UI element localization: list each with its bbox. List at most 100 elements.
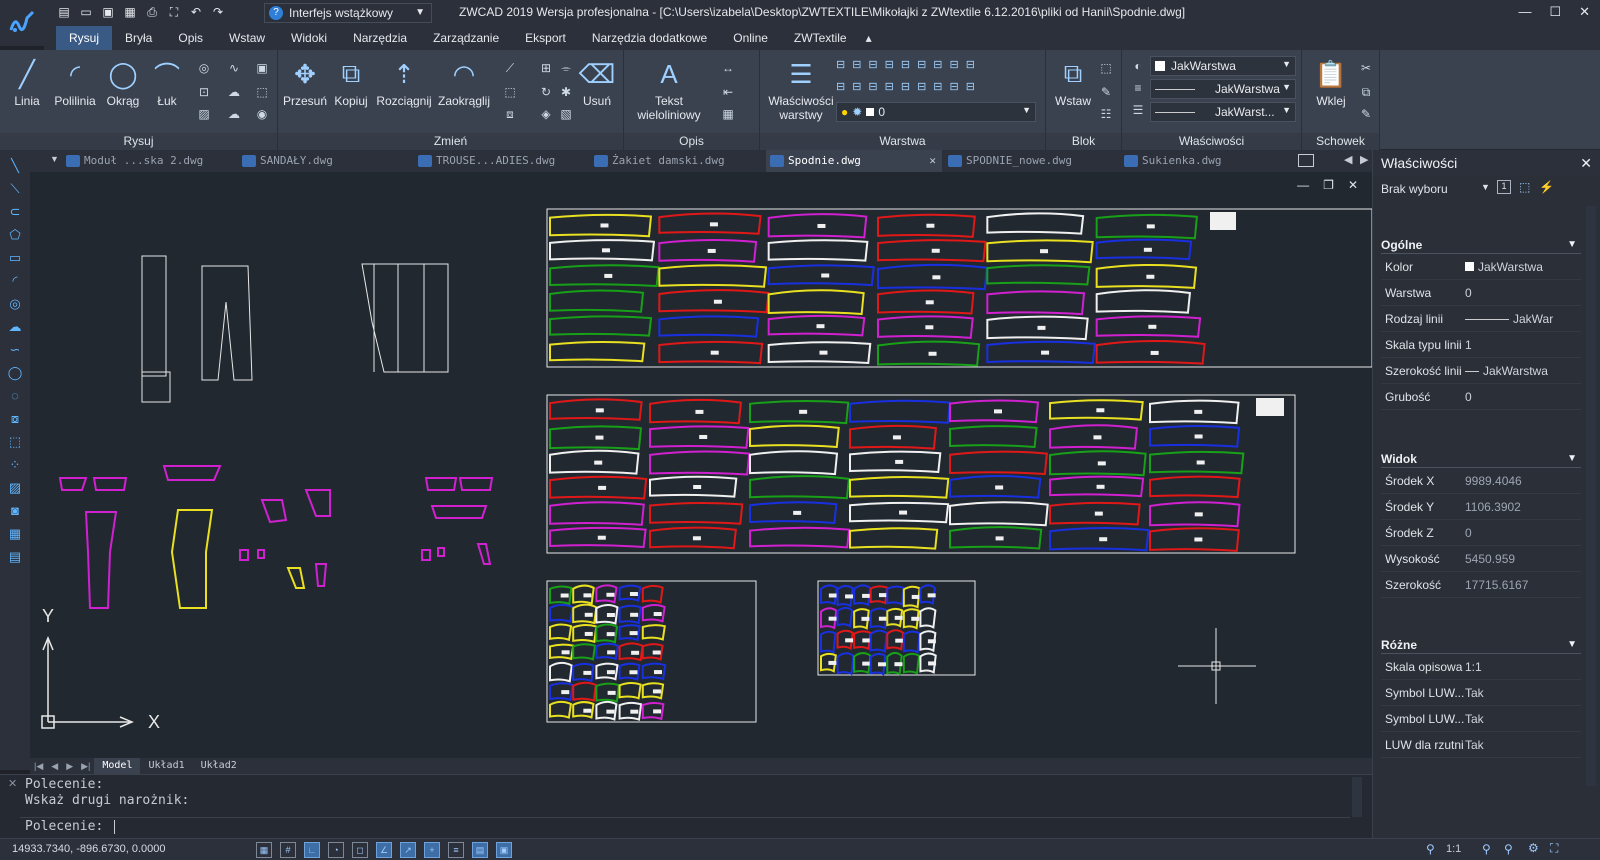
rectangle-tool-icon[interactable]: ▭	[0, 246, 30, 269]
ellipse-icon[interactable]: ◎	[196, 60, 212, 76]
otrack-toggle-icon[interactable]: ∠	[376, 842, 392, 858]
first-layout-icon[interactable]: |◀	[30, 761, 47, 772]
cloud-tool-icon[interactable]: ☁	[0, 315, 30, 338]
ellipse-tool-icon[interactable]: ◯	[0, 361, 30, 384]
grid-toggle-icon[interactable]: #	[280, 842, 296, 858]
prop-row[interactable]: Wysokość 5450.959	[1381, 546, 1581, 572]
tab-widoki[interactable]: Widoki	[278, 26, 340, 50]
mtext-tool-icon[interactable]: ▤	[0, 545, 30, 568]
snap-toggle-icon[interactable]: ▦	[256, 842, 272, 858]
join-icon[interactable]: ◈	[538, 106, 554, 122]
ribbon-toggle-icon[interactable]: ▴	[860, 26, 878, 50]
scale-icon[interactable]: ⬚	[502, 84, 518, 100]
lineweight-toggle-icon[interactable]: ≡	[448, 842, 464, 858]
construction-line-icon[interactable]: ⊡	[196, 84, 212, 100]
line-tool-icon[interactable]: ╲	[0, 154, 30, 177]
next-layout-icon[interactable]: ▶	[62, 761, 77, 772]
circle-tool-icon[interactable]: ◎	[0, 292, 30, 315]
ellipse-arc-tool-icon[interactable]: ◌	[0, 384, 30, 407]
prop-row[interactable]: Środek X 9989.4046	[1381, 468, 1581, 494]
quick-select-icon[interactable]: ⚡	[1539, 180, 1554, 194]
prop-row[interactable]: Grubość 0	[1381, 384, 1581, 410]
polyline-tool-icon[interactable]: ⊂	[0, 200, 30, 223]
zoom-extents-icon[interactable]: ⛶	[166, 4, 182, 20]
command-scrollbar[interactable]	[1352, 777, 1362, 817]
tab-bryla[interactable]: Bryła	[112, 26, 165, 50]
section-view[interactable]: Widok ▼	[1381, 448, 1581, 468]
undo-icon[interactable]: ↶	[188, 4, 204, 20]
layout-tab-1[interactable]: Układ1	[140, 758, 192, 774]
workspace-gear-icon[interactable]: ⚙	[1528, 841, 1539, 855]
polygon-tool-icon[interactable]: ⬠	[0, 223, 30, 246]
last-layout-icon[interactable]: ▶|	[77, 761, 94, 772]
mirror-icon[interactable]: ⧈	[502, 106, 518, 122]
rectangle-icon[interactable]: ▣	[254, 60, 270, 76]
circle-button[interactable]: ◯ Okrąg	[100, 54, 146, 109]
lineweight-select[interactable]: JakWarst... ▼	[1150, 102, 1296, 122]
minimize-icon[interactable]: —	[1518, 4, 1531, 20]
tab-scroll-right-icon[interactable]: ▶	[1360, 153, 1368, 166]
prop-row[interactable]: Szerokość linii JakWarstwa	[1381, 358, 1581, 384]
viewport-close-icon[interactable]: ✕	[1348, 178, 1358, 192]
hatch-icon[interactable]: ▨	[196, 106, 212, 122]
insert-button[interactable]: ⧉ Wstaw	[1050, 54, 1096, 108]
prop-row[interactable]: Warstwa 0	[1381, 280, 1581, 306]
cut-icon[interactable]: ✂	[1358, 60, 1374, 76]
arc-tool-icon[interactable]: ◜	[0, 269, 30, 292]
prop-row[interactable]: Kolor JakWarstwa	[1381, 254, 1581, 280]
doc-tab[interactable]: Żakiet damski.dwg	[590, 150, 760, 172]
point-tool-icon[interactable]: ⁘	[0, 453, 30, 476]
prop-row[interactable]: LUW dla rzutni Tak	[1381, 732, 1581, 758]
annotation-visibility-icon[interactable]: ⚲	[1482, 842, 1491, 856]
edit-block-icon[interactable]: ✎	[1098, 84, 1114, 100]
prev-layout-icon[interactable]: ◀	[47, 761, 62, 772]
doc-tab[interactable]: Moduł ...ska 2.dwg	[62, 150, 232, 172]
tab-rysuj[interactable]: Rysuj	[56, 26, 113, 50]
doc-tab[interactable]: Sukienka.dwg	[1120, 150, 1290, 172]
tab-opis[interactable]: Opis	[165, 26, 216, 50]
new-icon[interactable]: ▤	[56, 4, 72, 20]
spline-icon[interactable]: ∿	[226, 60, 242, 76]
saveas-icon[interactable]: ▦	[122, 4, 138, 20]
prop-row[interactable]: Symbol LUW... Tak	[1381, 680, 1581, 706]
dimension-icon[interactable]: ↔	[720, 60, 736, 76]
tab-wstaw[interactable]: Wstaw	[216, 26, 278, 50]
arc-button[interactable]: ⌒ Łuk	[144, 54, 190, 109]
polyline-button[interactable]: ◜ Polilinia	[52, 54, 98, 109]
boundary-icon[interactable]: ⬚	[254, 84, 270, 100]
prop-row[interactable]: Szerokość 17715.6167	[1381, 572, 1581, 598]
prop-row[interactable]: Skala opisowa 1:1	[1381, 654, 1581, 680]
offset-icon[interactable]: ⌯	[558, 60, 574, 76]
viewport-minimize-icon[interactable]: —	[1297, 178, 1309, 192]
redo-icon[interactable]: ↷	[210, 4, 226, 20]
tab-narzedzia-dodatkowe[interactable]: Narzędzia dodatkowe	[579, 26, 720, 50]
workspace-select[interactable]: ? Interfejs wstążkowy ▼	[264, 3, 432, 23]
make-block-tool-icon[interactable]: ⬚	[0, 430, 30, 453]
properties-scrollbar[interactable]	[1586, 206, 1596, 786]
print-icon[interactable]: ⎙	[144, 4, 160, 20]
close-icon[interactable]: ✕	[1580, 150, 1592, 176]
clean-screen-icon[interactable]: ⛶	[1550, 841, 1558, 856]
break-icon[interactable]: ▧	[558, 106, 574, 122]
prop-row[interactable]: Skala typu linii 1	[1381, 332, 1581, 358]
tab-eksport[interactable]: Eksport	[512, 26, 579, 50]
linetype-icon[interactable]: ≡	[1130, 80, 1146, 96]
tpy-toggle-icon[interactable]: ▤	[472, 842, 488, 858]
match-properties-icon[interactable]: ◐	[1130, 58, 1146, 74]
fillet-button[interactable]: ◠ Zaokrąglij	[436, 54, 492, 109]
move-button[interactable]: ✥ Przesuń	[282, 54, 328, 109]
prop-row[interactable]: Rodzaj linii JakWar	[1381, 306, 1581, 332]
section-misc[interactable]: Różne ▼	[1381, 634, 1581, 654]
table-icon[interactable]: ▦	[720, 106, 736, 122]
color-select[interactable]: JakWarstwa ▼	[1150, 56, 1296, 76]
revcloud-icon[interactable]: ☁	[226, 84, 242, 100]
explode-icon[interactable]: ✱	[558, 84, 574, 100]
paste-button[interactable]: 📋 Wklej	[1308, 54, 1354, 109]
drawing-canvas[interactable]: — ❐ ✕ Y X	[30, 172, 1372, 760]
trim-icon[interactable]: ⟋	[502, 60, 518, 76]
array-icon[interactable]: ⊞	[538, 60, 554, 76]
prop-row[interactable]: Środek Y 1106.3902	[1381, 494, 1581, 520]
auto-scale-icon[interactable]: ⚲	[1504, 842, 1513, 856]
new-tab-icon[interactable]	[1298, 154, 1314, 167]
osnap-toggle-icon[interactable]: ◻	[352, 842, 368, 858]
